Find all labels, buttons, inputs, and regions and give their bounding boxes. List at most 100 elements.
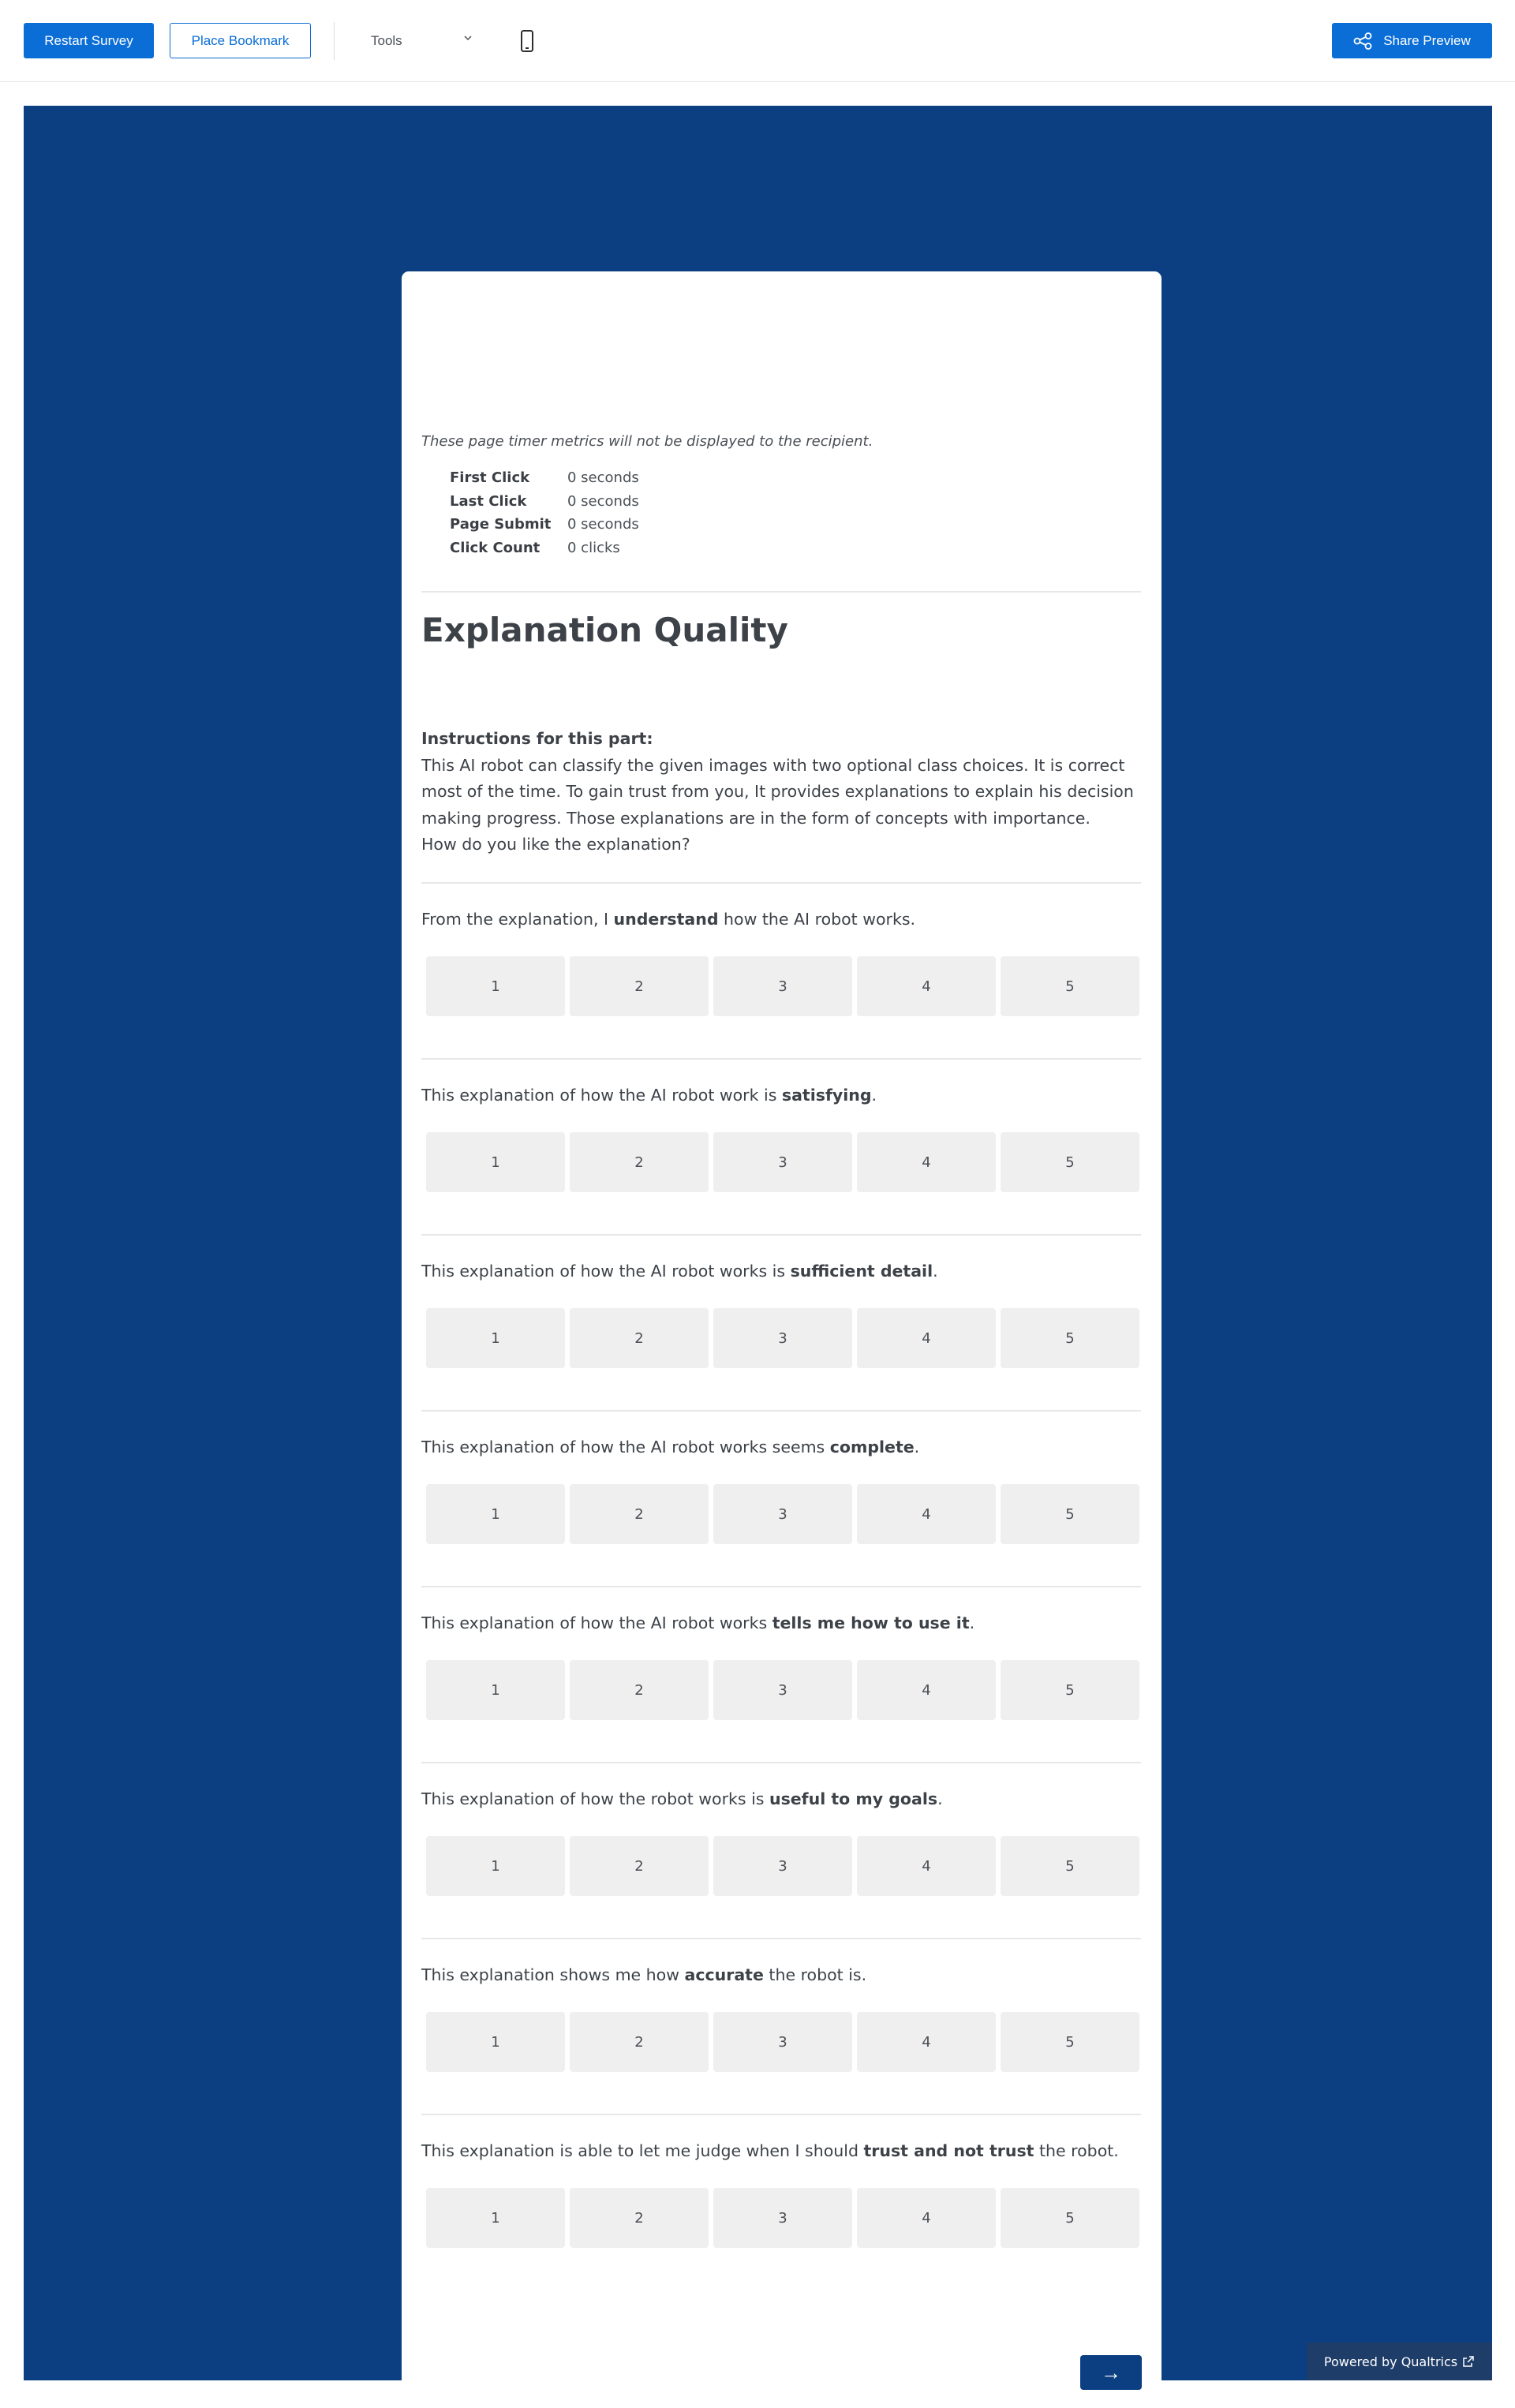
rating-option-3[interactable]: 3 [713,1660,852,1720]
instructions-question: How do you like the explanation? [421,835,690,854]
question-text-emphasis: sufficient detail [790,1262,933,1281]
likert-question: This explanation of how the AI robot wor… [421,1611,1141,1720]
rating-option-4[interactable]: 4 [857,1308,996,1368]
timer-row: Last Click 0 seconds [450,490,639,514]
question-divider [421,1762,1141,1763]
question-divider [421,882,1141,884]
rating-option-5[interactable]: 5 [1001,2012,1139,2072]
rating-option-3[interactable]: 3 [713,1836,852,1896]
rating-option-1[interactable]: 1 [426,2188,565,2248]
rating-scale: 12345 [426,1660,1139,1720]
rating-option-5[interactable]: 5 [1001,1132,1139,1192]
question-text-pre: This explanation of how the robot works … [421,1789,769,1808]
survey-card: These page timer metrics will not be dis… [402,271,1162,2408]
rating-option-1[interactable]: 1 [426,1308,565,1368]
rating-option-4[interactable]: 4 [857,2012,996,2072]
place-bookmark-button[interactable]: Place Bookmark [170,23,311,58]
question-text-post: the robot is. [763,1965,867,1984]
question-divider [421,2114,1141,2115]
rating-option-5[interactable]: 5 [1001,1836,1139,1896]
instructions-body: This AI robot can classify the given ima… [421,755,1134,828]
question-text: This explanation of how the AI robot wor… [421,1611,1141,1635]
share-preview-button[interactable]: Share Preview [1332,23,1492,58]
timer-note: These page timer metrics will not be dis… [421,433,873,450]
rating-option-2[interactable]: 2 [570,2012,709,2072]
section-divider [421,591,1141,593]
timer-metrics: First Click 0 seconds Last Click 0 secon… [450,466,639,559]
rating-option-3[interactable]: 3 [713,2188,852,2248]
question-text-post: . [937,1789,943,1808]
question-text: From the explanation, I understand how t… [421,907,1141,931]
rating-option-3[interactable]: 3 [713,2012,852,2072]
question-divider [421,1586,1141,1587]
rating-option-5[interactable]: 5 [1001,2188,1139,2248]
question-divider [421,1058,1141,1060]
question-text: This explanation of how the AI robot wor… [421,1083,1141,1107]
external-link-icon [1463,2356,1474,2367]
rating-option-3[interactable]: 3 [713,1308,852,1368]
rating-option-4[interactable]: 4 [857,2188,996,2248]
question-text-emphasis: understand [613,910,719,929]
rating-option-2[interactable]: 2 [570,1308,709,1368]
rating-scale: 12345 [426,956,1139,1016]
rating-option-2[interactable]: 2 [570,2188,709,2248]
rating-option-2[interactable]: 2 [570,1660,709,1720]
rating-option-2[interactable]: 2 [570,1836,709,1896]
question-text-pre: This explanation of how the AI robot wor… [421,1086,782,1105]
rating-option-1[interactable]: 1 [426,1484,565,1544]
rating-option-3[interactable]: 3 [713,1132,852,1192]
question-text-emphasis: accurate [684,1965,764,1984]
question-text-post: . [969,1613,975,1632]
rating-option-4[interactable]: 4 [857,1660,996,1720]
rating-scale: 12345 [426,1308,1139,1368]
rating-option-1[interactable]: 1 [426,956,565,1016]
rating-option-3[interactable]: 3 [713,956,852,1016]
likert-question: This explanation of how the AI robot wor… [421,1083,1141,1192]
question-text-emphasis: useful to my goals [769,1789,938,1808]
tools-dropdown[interactable]: Tools [371,23,473,58]
rating-option-3[interactable]: 3 [713,1484,852,1544]
rating-option-1[interactable]: 1 [426,1660,565,1720]
question-text-pre: This explanation shows me how [421,1965,685,1984]
next-button[interactable]: → [1080,2355,1142,2390]
powered-label: Powered by Qualtrics [1323,2354,1458,2369]
rating-option-5[interactable]: 5 [1001,1660,1139,1720]
instructions: Instructions for this part: This AI robo… [421,726,1143,858]
question-text: This explanation of how the AI robot wor… [421,1259,1141,1283]
restart-survey-button[interactable]: Restart Survey [24,23,154,58]
timer-value: 0 seconds [567,469,639,487]
rating-option-4[interactable]: 4 [857,956,996,1016]
rating-scale: 12345 [426,2012,1139,2072]
mobile-preview-icon[interactable] [519,30,535,52]
rating-option-4[interactable]: 4 [857,1836,996,1896]
question-text: This explanation of how the AI robot wor… [421,1435,1141,1459]
timer-row: Click Count 0 clicks [450,537,639,560]
rating-option-5[interactable]: 5 [1001,1484,1139,1544]
rating-option-5[interactable]: 5 [1001,1308,1139,1368]
preview-toolbar: Restart Survey Place Bookmark Tools Shar… [0,0,1515,82]
rating-option-2[interactable]: 2 [570,956,709,1016]
toolbar-divider [334,22,335,60]
rating-option-1[interactable]: 1 [426,1836,565,1896]
rating-option-4[interactable]: 4 [857,1484,996,1544]
timer-label: First Click [450,469,530,487]
tools-label: Tools [371,32,402,48]
rating-option-2[interactable]: 2 [570,1132,709,1192]
likert-question: This explanation is able to let me judge… [421,2139,1141,2248]
survey-background: These page timer metrics will not be dis… [24,106,1492,2408]
likert-question: From the explanation, I understand how t… [421,907,1141,1016]
rating-option-1[interactable]: 1 [426,2012,565,2072]
share-preview-label: Share Preview [1383,32,1471,48]
question-text-emphasis: tells me how to use it [772,1613,970,1632]
question-text-emphasis: trust and not trust [863,2141,1034,2160]
rating-option-4[interactable]: 4 [857,1132,996,1192]
powered-by-qualtrics[interactable]: Powered by Qualtrics [1307,2343,1492,2380]
question-text-pre: This explanation of how the AI robot wor… [421,1438,830,1456]
rating-option-1[interactable]: 1 [426,1132,565,1192]
question-divider [421,1938,1141,1939]
rating-option-2[interactable]: 2 [570,1484,709,1544]
timer-row: First Click 0 seconds [450,466,639,490]
section-title: Explanation Quality [421,611,788,649]
rating-option-5[interactable]: 5 [1001,956,1139,1016]
timer-value: 0 seconds [567,516,639,533]
